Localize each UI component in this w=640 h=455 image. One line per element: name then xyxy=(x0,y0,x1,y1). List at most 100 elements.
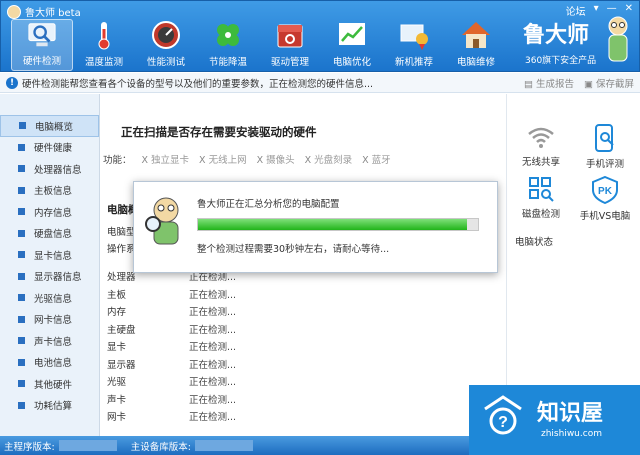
nav-driver-management[interactable]: 驱动管理 xyxy=(259,19,321,71)
cross-icon: X xyxy=(362,155,369,166)
nav-temperature[interactable]: 温度监测 xyxy=(73,19,135,71)
sidebar-item-label: 电脑概览 xyxy=(35,121,74,133)
function-item: X 摄像头 xyxy=(256,155,295,166)
sidebar-item-label: 硬盘信息 xyxy=(34,229,73,241)
cross-icon: X xyxy=(256,155,264,166)
db-version-value xyxy=(194,440,253,451)
watermark-name: 知识屋 xyxy=(537,401,604,426)
nav-repair[interactable]: 电脑维修 xyxy=(445,19,507,71)
sidebar-item-battery[interactable]: 电池信息 xyxy=(0,352,99,374)
sidebar-item-label: 主板信息 xyxy=(34,186,73,198)
generate-report-button[interactable]: ▤ 生成报告 xyxy=(524,76,574,90)
clover-icon xyxy=(217,24,239,46)
info-actions: ▤ 生成报告 ▣ 保存截屏 xyxy=(524,76,634,90)
bullet-icon xyxy=(18,380,25,388)
wifi-icon xyxy=(528,127,554,148)
pk-icon: PK xyxy=(592,176,618,204)
table-row: 显卡 正在检测... xyxy=(107,342,237,353)
watermark-url: zhishiwu.com xyxy=(541,429,602,439)
sidebar: 电脑概览 硬件健康 处理器信息 主板信息 内存信息 硬盘信息 显卡信息 显示器信… xyxy=(0,94,100,436)
tool-label: 无线共享 xyxy=(521,157,560,168)
progress-fill xyxy=(198,219,467,230)
nav-label: 电脑优化 xyxy=(332,57,371,68)
sidebar-item-cpu[interactable]: 处理器信息 xyxy=(0,158,99,180)
sidebar-item-label: 声卡信息 xyxy=(34,336,73,348)
sidebar-item-other[interactable]: 其他硬件 xyxy=(0,373,99,395)
thermometer-icon xyxy=(98,22,110,50)
nav-energy-saving[interactable]: 节能降温 xyxy=(197,19,259,71)
function-item: X 独立显卡 xyxy=(141,155,190,166)
brand-subtitle: 360旗下安全产品 xyxy=(525,56,597,66)
bullet-icon xyxy=(18,315,25,323)
cross-icon: X xyxy=(304,155,312,166)
app-logo-icon xyxy=(7,4,21,19)
bullet-icon xyxy=(18,401,25,409)
tool-label: 磁盘检测 xyxy=(521,209,560,220)
main-version-label: 主程序版本: xyxy=(4,441,55,453)
sidebar-item-power[interactable]: 功耗估算 xyxy=(0,395,99,417)
table-row: 主板 正在检测... xyxy=(107,289,237,301)
nav-optimization[interactable]: 电脑优化 xyxy=(321,19,383,71)
save-screenshot-button[interactable]: ▣ 保存截屏 xyxy=(584,76,634,90)
progress-dialog: 鲁大师正在汇总分析您的电脑配置 整个检测过程需要30秒钟左右，请耐心等待... xyxy=(133,181,498,273)
table-row: 光驱 正在检测... xyxy=(107,377,237,388)
bullet-icon xyxy=(19,122,26,130)
bullet-icon xyxy=(18,358,25,366)
bullet-icon xyxy=(18,165,25,173)
sidebar-item-health[interactable]: 硬件健康 xyxy=(0,137,99,159)
function-item: X 无线上网 xyxy=(199,155,247,166)
dialog-message: 整个检测过程需要30秒钟左右，请耐心等待... xyxy=(197,244,390,255)
sidebar-item-network[interactable]: 网卡信息 xyxy=(0,309,99,331)
sidebar-item-optical[interactable]: 光驱信息 xyxy=(0,287,99,309)
nav-label: 电脑维修 xyxy=(456,57,495,68)
watermark: ? 知识屋 zhishiwu.com xyxy=(469,385,640,455)
bullet-icon xyxy=(18,294,25,302)
main-nav: 硬件检测 温度监测 性能测试 节能降温 驱动管理 电脑优化 新机推荐 电脑维修 xyxy=(11,19,507,71)
bullet-icon xyxy=(18,229,25,237)
sidebar-item-disk[interactable]: 硬盘信息 xyxy=(0,223,99,245)
bullet-icon xyxy=(18,272,25,280)
brand-name: 鲁大师 xyxy=(523,22,590,48)
bullet-icon xyxy=(18,143,25,151)
sidebar-item-motherboard[interactable]: 主板信息 xyxy=(0,180,99,202)
bullet-icon xyxy=(18,208,25,216)
top-toolbar: 鲁大师 beta 论坛 ▾ — ✕ 硬件检测 温度监测 性能测试 节能降温 驱动… xyxy=(0,0,640,72)
generate-report-label: 生成报告 xyxy=(535,79,574,90)
sidebar-item-label: 功耗估算 xyxy=(34,401,73,413)
sidebar-item-sound[interactable]: 声卡信息 xyxy=(0,330,99,352)
nav-label: 节能降温 xyxy=(208,57,247,68)
sidebar-item-label: 光驱信息 xyxy=(34,293,73,305)
info-icon: ! xyxy=(6,76,18,89)
app-title: 鲁大师 beta xyxy=(25,8,81,19)
cross-icon: X xyxy=(141,155,149,166)
table-row: 主硬盘 正在检测... xyxy=(107,324,237,336)
watermark-logo-icon: ? xyxy=(484,395,522,435)
nav-performance[interactable]: 性能测试 xyxy=(135,19,197,71)
phone-vs-pc-tool[interactable]: PK 手机VS电脑 xyxy=(575,176,635,222)
bullet-icon xyxy=(18,251,25,259)
nav-label: 温度监测 xyxy=(84,57,123,68)
dialog-title: 鲁大师正在汇总分析您的电脑配置 xyxy=(197,199,340,210)
save-screenshot-label: 保存截屏 xyxy=(595,79,634,90)
bullet-icon xyxy=(18,337,25,345)
mascot-icon xyxy=(145,197,179,245)
tool-label: 手机评测 xyxy=(585,159,624,170)
computer-award-icon xyxy=(400,24,428,50)
nav-hardware-check[interactable]: 硬件检测 xyxy=(11,19,73,71)
sidebar-item-label: 显示器信息 xyxy=(34,272,82,284)
sidebar-item-memory[interactable]: 内存信息 xyxy=(0,201,99,223)
phone-test-tool[interactable]: 手机评测 xyxy=(575,124,635,170)
sidebar-item-overview[interactable]: 电脑概览 xyxy=(0,115,99,137)
disk-check-tool[interactable]: 磁盘检测 xyxy=(511,176,571,220)
nav-label: 新机推荐 xyxy=(394,57,433,68)
nav-new-pc[interactable]: 新机推荐 xyxy=(383,19,445,71)
info-bar: ! 硬件检测能帮您查看各个设备的型号以及他们的重要参数，正在检测您的硬件信息..… xyxy=(0,73,640,93)
info-text: 硬件检测能帮您查看各个设备的型号以及他们的重要参数，正在检测您的硬件信息... xyxy=(22,78,374,90)
sidebar-item-label: 内存信息 xyxy=(34,207,73,219)
sidebar-item-gpu[interactable]: 显卡信息 xyxy=(0,244,99,266)
cross-icon: X xyxy=(199,155,206,166)
table-row: 声卡 正在检测... xyxy=(107,394,237,406)
scan-title: 正在扫描是否存在需要安装驱动的硬件 xyxy=(121,125,317,139)
wifi-share-tool[interactable]: 无线共享 xyxy=(511,124,571,168)
sidebar-item-monitor[interactable]: 显示器信息 xyxy=(0,266,99,288)
